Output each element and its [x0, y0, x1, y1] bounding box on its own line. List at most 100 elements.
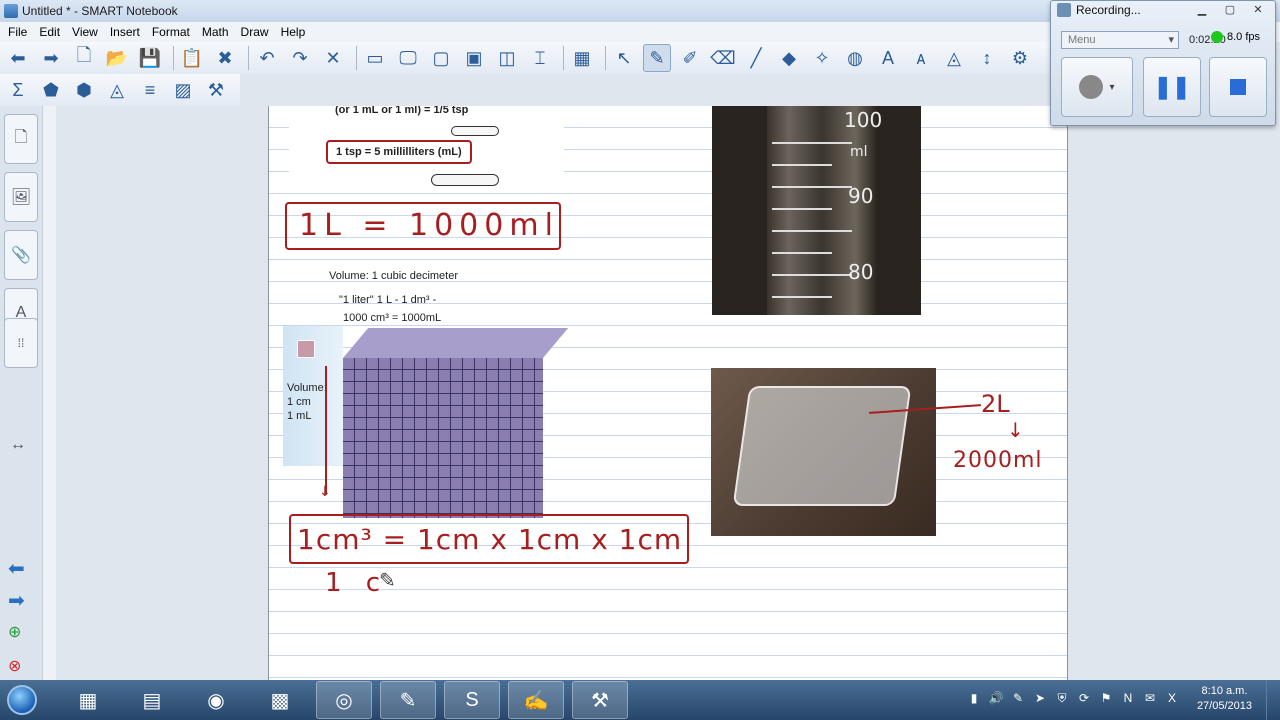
- toolbar-separator: [563, 46, 564, 70]
- math-tools-icon[interactable]: ⚒: [202, 76, 230, 104]
- gallery-tab[interactable]: 🖼: [4, 172, 38, 222]
- smart-recorder-icon[interactable]: ⚒: [572, 681, 628, 719]
- printed-liter-line1: "1 liter" 1 L - 1 dm³ -: [339, 294, 437, 306]
- tray-network-icon[interactable]: ▮: [966, 690, 982, 706]
- creative-pen-icon[interactable]: ✐: [676, 44, 704, 72]
- attachments-tab[interactable]: 📎: [4, 230, 38, 280]
- record-dropdown-icon[interactable]: ▾: [1109, 82, 1114, 93]
- dual-page-icon[interactable]: ▣: [460, 44, 488, 72]
- tray-flag-icon[interactable]: ⚑: [1098, 690, 1114, 706]
- menu-edit[interactable]: Edit: [33, 25, 66, 39]
- firefox-icon[interactable]: ◉: [188, 681, 244, 719]
- recorder-menu-dropdown[interactable]: Menu ▾: [1061, 31, 1179, 49]
- paste-icon[interactable]: 📋: [178, 44, 206, 72]
- delete-page-icon[interactable]: ✖: [211, 44, 239, 72]
- sidebar-scrollbar[interactable]: [42, 106, 56, 680]
- side-tab-handle[interactable]: ⁞⁞: [4, 318, 38, 368]
- menu-file[interactable]: File: [2, 25, 33, 39]
- add-page-icon[interactable]: ⊕: [8, 622, 21, 642]
- stop-button[interactable]: [1209, 57, 1267, 117]
- menu-math[interactable]: Math: [196, 25, 235, 39]
- recorder-icon: [1057, 3, 1071, 17]
- tray-mail-icon[interactable]: ✉: [1142, 690, 1158, 706]
- resize-sidebar-icon[interactable]: ↔: [10, 436, 26, 454]
- shape-icon[interactable]: ⬢: [70, 76, 98, 104]
- tray-onenote-icon[interactable]: N: [1120, 690, 1136, 706]
- select-icon[interactable]: ↖: [610, 44, 638, 72]
- smart-notebook-icon[interactable]: ✍: [508, 681, 564, 719]
- full-screen-icon[interactable]: 🖵: [394, 44, 422, 72]
- back-arrow-icon[interactable]: ⬅: [4, 44, 32, 72]
- calculator-icon[interactable]: ▦: [60, 681, 116, 719]
- undo-icon[interactable]: ↶: [253, 44, 281, 72]
- save-icon[interactable]: 💾: [136, 44, 164, 72]
- notebook-page[interactable]: (or 1 mL or 1 ml) = 1/5 tsp 1 tsp = 5 mi…: [268, 106, 1068, 680]
- pause-button[interactable]: ❚❚: [1143, 57, 1201, 117]
- pen-icon[interactable]: ✎: [643, 44, 671, 72]
- move-toolbar-icon[interactable]: ↕: [973, 44, 1001, 72]
- table-icon[interactable]: ▦: [568, 44, 596, 72]
- printed-liter-line2: 1000 cm³ = 1000mL: [343, 312, 442, 324]
- measurement-tools-icon[interactable]: ◬: [940, 44, 968, 72]
- show-desktop-button[interactable]: [1266, 680, 1280, 720]
- screen-shade-icon[interactable]: ▭: [361, 44, 389, 72]
- maximize-button[interactable]: ▢: [1217, 1, 1243, 17]
- document-camera-icon[interactable]: ⌶: [526, 44, 554, 72]
- delete-page-icon[interactable]: ⊗: [8, 656, 21, 676]
- explorer-icon[interactable]: ▤: [124, 681, 180, 719]
- compass-icon[interactable]: ◬: [103, 76, 131, 104]
- shapes-icon[interactable]: ◆: [775, 44, 803, 72]
- equation-icon[interactable]: ≡: [136, 76, 164, 104]
- chrome-icon[interactable]: ◎: [316, 681, 372, 719]
- skype-icon[interactable]: S: [444, 681, 500, 719]
- tray-arrow-icon[interactable]: ➤: [1032, 690, 1048, 706]
- magic-pen-icon[interactable]: ✧: [808, 44, 836, 72]
- taskbar: ▦ ▤ ◉ ▩ ◎ ✎ S ✍ ⚒ ▮ 🔊 ✎ ➤ ⛨ ⟳ ⚑ N ✉ X 8:10 a.m. …: [0, 680, 1280, 720]
- next-page-icon[interactable]: ➡: [8, 588, 25, 613]
- previous-page-icon[interactable]: ⬅: [8, 556, 25, 581]
- menu-help[interactable]: Help: [275, 25, 312, 39]
- line-icon[interactable]: ╱: [742, 44, 770, 72]
- menu-format[interactable]: Format: [146, 25, 196, 39]
- page-scrollbar[interactable]: [1068, 106, 1080, 680]
- clock[interactable]: 8:10 a.m. 27/05/2013: [1197, 684, 1252, 714]
- redo-icon[interactable]: ↷: [286, 44, 314, 72]
- add-page-icon[interactable]: 🗋: [70, 44, 98, 72]
- delete-icon[interactable]: ✕: [319, 44, 347, 72]
- calculator2-icon[interactable]: ▩: [252, 681, 308, 719]
- menu-view[interactable]: View: [66, 25, 104, 39]
- start-button[interactable]: [0, 680, 44, 720]
- tray-pen-icon[interactable]: ✎: [1010, 690, 1026, 706]
- sum-icon[interactable]: Σ: [4, 76, 32, 104]
- record-button[interactable]: ▾: [1061, 57, 1133, 117]
- transparent-background-icon[interactable]: ▢: [427, 44, 455, 72]
- math-toolbar: Σ ⬟ ⬢ ◬ ≡ ▨ ⚒: [0, 74, 240, 106]
- menu-draw[interactable]: Draw: [235, 25, 275, 39]
- side-tabs: 🗋 🖼 📎 A ⁞⁞ ↔ ⬅ ➡ ⊕ ⊗: [0, 106, 40, 680]
- open-folder-icon[interactable]: 📂: [103, 44, 131, 72]
- text-icon[interactable]: A: [874, 44, 902, 72]
- forward-arrow-icon[interactable]: ➡: [37, 44, 65, 72]
- page-sorter-tab[interactable]: 🗋: [4, 114, 38, 164]
- graph-icon[interactable]: ▨: [169, 76, 197, 104]
- close-button[interactable]: ✕: [1245, 1, 1271, 17]
- text-recognition-icon[interactable]: ᴀ: [907, 44, 935, 72]
- fill-icon[interactable]: ◍: [841, 44, 869, 72]
- menu-insert[interactable]: Insert: [104, 25, 146, 39]
- eraser-icon[interactable]: ⌫: [709, 44, 737, 72]
- smart-notebook-icon: [4, 4, 18, 18]
- geometry-icon[interactable]: ⬟: [37, 76, 65, 104]
- printed-small-cm: 1 cm: [287, 396, 311, 408]
- minimize-button[interactable]: ▁: [1189, 1, 1215, 17]
- page-sorter-icon: 🗋: [14, 128, 28, 146]
- customize-icon[interactable]: ⚙: [1006, 44, 1034, 72]
- tray-volume-icon[interactable]: 🔊: [988, 690, 1004, 706]
- handwritten-cubic-equation: 1cm³ = 1cm x 1cm x 1cm: [289, 514, 689, 564]
- tray-excel-icon[interactable]: X: [1164, 690, 1180, 706]
- notebook-tools-icon[interactable]: ✎: [380, 681, 436, 719]
- screen-capture-icon[interactable]: ◫: [493, 44, 521, 72]
- cylinder-label-ml: ml: [850, 144, 868, 160]
- tray-shield-icon[interactable]: ⛨: [1054, 690, 1070, 706]
- handwritten-liter-equation: 1L = 1000ml: [285, 202, 561, 250]
- tray-sync-icon[interactable]: ⟳: [1076, 690, 1092, 706]
